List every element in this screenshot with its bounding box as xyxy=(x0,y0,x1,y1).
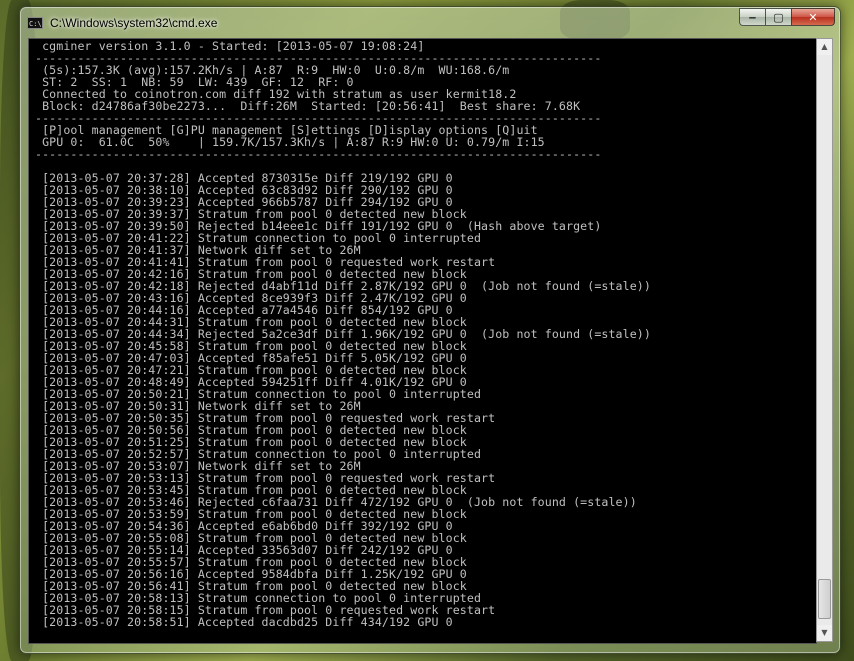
console-header: cgminer version 3.1.0 - Started: [2013-0… xyxy=(35,40,601,160)
scroll-thumb[interactable] xyxy=(818,579,831,619)
scroll-up-icon[interactable]: ▲ xyxy=(817,39,832,55)
divider-line: ----------------------------------------… xyxy=(35,147,602,161)
maximize-button[interactable]: ▢ xyxy=(765,8,791,26)
scroll-down-icon[interactable]: ▼ xyxy=(817,625,832,641)
cmd-window: C:\ C:\Windows\system32\cmd.exe ‒ ▢ ✕ cg… xyxy=(19,6,841,654)
log-line: [2013-05-07 20:58:51] Accepted dacdbd25 … xyxy=(35,615,453,629)
window-controls: ‒ ▢ ✕ xyxy=(739,8,835,26)
title-bar[interactable]: C:\ C:\Windows\system32\cmd.exe ‒ ▢ ✕ xyxy=(20,7,840,37)
cmd-app-icon[interactable]: C:\ xyxy=(27,17,43,29)
console-output[interactable]: cgminer version 3.1.0 - Started: [2013-0… xyxy=(28,38,817,644)
close-button[interactable]: ✕ xyxy=(791,8,835,26)
minimize-button[interactable]: ‒ xyxy=(739,8,765,26)
window-title: C:\Windows\system32\cmd.exe xyxy=(50,16,218,30)
log-area: [2013-05-07 20:37:28] Accepted 8730315e … xyxy=(35,172,651,628)
vertical-scrollbar[interactable]: ▲ ▼ xyxy=(816,38,833,642)
